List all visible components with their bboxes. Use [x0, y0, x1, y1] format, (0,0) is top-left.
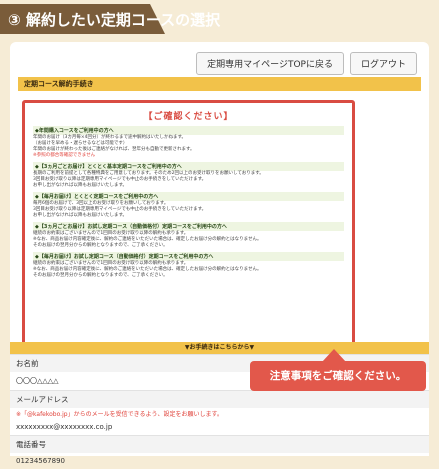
procedure-bar: ▼お手続きはこちらから▼	[10, 342, 429, 354]
phone-value: 01234567890	[16, 457, 65, 465]
notice-line: お申し出がなければ以降もお届けいたします。	[33, 213, 128, 218]
notice-block-heading: ◆【毎月お届け】お試し定期コース（自動価格付）定期コースをご利用中の方へ	[33, 252, 344, 261]
section-title-bar: 定期コース解約手続き	[18, 77, 421, 91]
page-title: ③ 解約したい定期コースの選択	[8, 11, 221, 29]
callout-bubble: 注意事項をご確認ください。	[250, 361, 426, 391]
mypage-top-button[interactable]: 定期専用マイページTOPに戻る	[196, 52, 344, 75]
notice-block-heading: ◆【3ヵ月ごとお届け】とくとく基本定期コースをご利用中の方へ	[33, 162, 344, 171]
notice-block: ◆年間購入コースをご利用中の方へ 年間のお届け（3カ月毎×4回分）が終わるまで途…	[33, 126, 344, 159]
notice-block: ◆【3ヵ月ごとお届け】とくとく基本定期コースをご利用中の方へ 長期のご利用を前提…	[33, 162, 344, 189]
email-value: xxxxxxxxx@xxxxxxxx.co.jp	[16, 423, 113, 431]
logout-button[interactable]: ログアウト	[349, 52, 417, 75]
page-header: ③ 解約したい定期コースの選択	[0, 0, 439, 42]
notice-line: お申し出がなければ以降もお届けいたします。	[33, 183, 128, 188]
notice-title: 【ご確認ください】	[143, 112, 234, 122]
notice-block: ◆【3ヵ月ごとお届け】お試し定期コース（自動価格付）定期コースをご利用中の方へ …	[33, 222, 344, 249]
notice-block: ◆【毎月お届け】とくとく定期コースをご利用中の方へ 毎月6個のお届けで、3回以上…	[33, 192, 344, 219]
email-note: ※「@kafekobo.jp」からのメールを受信できるよう、設定をお願いします。	[16, 411, 223, 418]
notice-block-heading: ◆【毎月お届け】とくとく定期コースをご利用中の方へ	[33, 192, 344, 201]
phone-label: 電話番号	[10, 435, 429, 453]
email-label: メールアドレス	[10, 390, 429, 408]
notice-line: そのお届けの翌月分からの解約となりますので、ご了承ください。	[33, 273, 168, 278]
notice-warning: ※参照の都合等確認できません	[33, 153, 96, 158]
notice-box: 【ご確認ください】 ◆年間購入コースをご利用中の方へ 年間のお届け（3カ月毎×4…	[22, 100, 355, 370]
notice-block: ◆【毎月お届け】お試し定期コース（自動価格付）定期コースをご利用中の方へ 継続の…	[33, 252, 344, 279]
notice-block-heading: ◆【3ヵ月ごとお届け】お試し定期コース（自動価格付）定期コースをご利用中の方へ	[33, 222, 344, 231]
notice-block-heading: ◆年間購入コースをご利用中の方へ	[33, 126, 344, 135]
top-buttons: 定期専用マイページTOPに戻る ログアウト	[196, 52, 417, 75]
notice-line: そのお届けの翌月分からの解約となりますので、ご了承ください。	[33, 243, 168, 248]
main-panel: 定期専用マイページTOPに戻る ログアウト 定期コース解約手続き 【ご確認くださ…	[10, 42, 429, 465]
